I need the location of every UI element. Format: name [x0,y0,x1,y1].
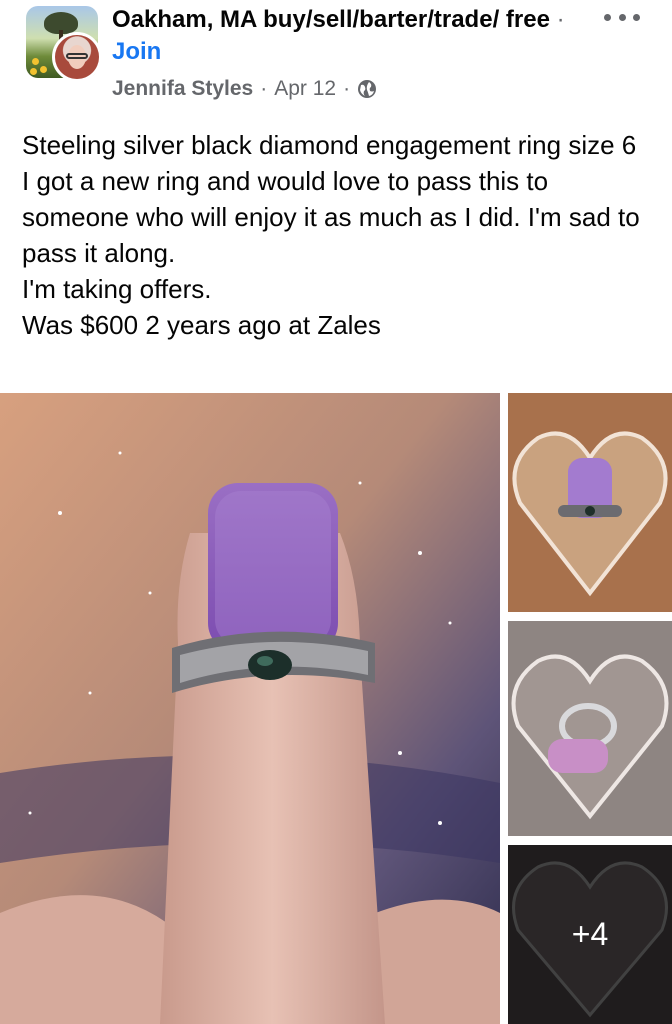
group-name-heading: Oakham, MA buy/sell/barter/trade/ free ·… [112,4,582,68]
heart-collage-photo-2[interactable] [508,621,672,836]
user-avatar[interactable] [52,32,102,82]
separator-dot: · [556,6,565,33]
more-photos-overlay[interactable]: +4 [508,845,672,1024]
post-line: Was $600 2 years ago at Zales [22,310,381,340]
post-message: Steeling silver black diamond engagement… [22,127,662,343]
post-line: I got a new ring and would love to pass … [22,166,640,268]
ring-on-finger-photo[interactable] [0,393,500,1024]
post-line: Steeling silver black diamond engagement… [22,130,637,160]
post-meta: Jennifa Styles · Apr 12 · [112,74,377,104]
join-button[interactable]: Join [112,38,161,65]
group-avatar[interactable] [26,6,104,84]
group-name-link[interactable]: Oakham, MA buy/sell/barter/trade/ free [112,6,550,33]
post-line: I'm taking offers. [22,274,212,304]
more-options-icon[interactable] [604,10,640,24]
post-date-link[interactable]: Apr 12 [274,77,336,101]
author-name-link[interactable]: Jennifa Styles [112,77,253,101]
globe-icon[interactable] [357,79,377,99]
more-photos-count: +4 [571,916,609,952]
separator-dot: · [343,77,351,100]
heart-collage-photo-1[interactable] [508,393,672,612]
separator-dot: · [260,77,268,100]
heart-collage-photo-3[interactable]: +4 [508,845,672,1024]
